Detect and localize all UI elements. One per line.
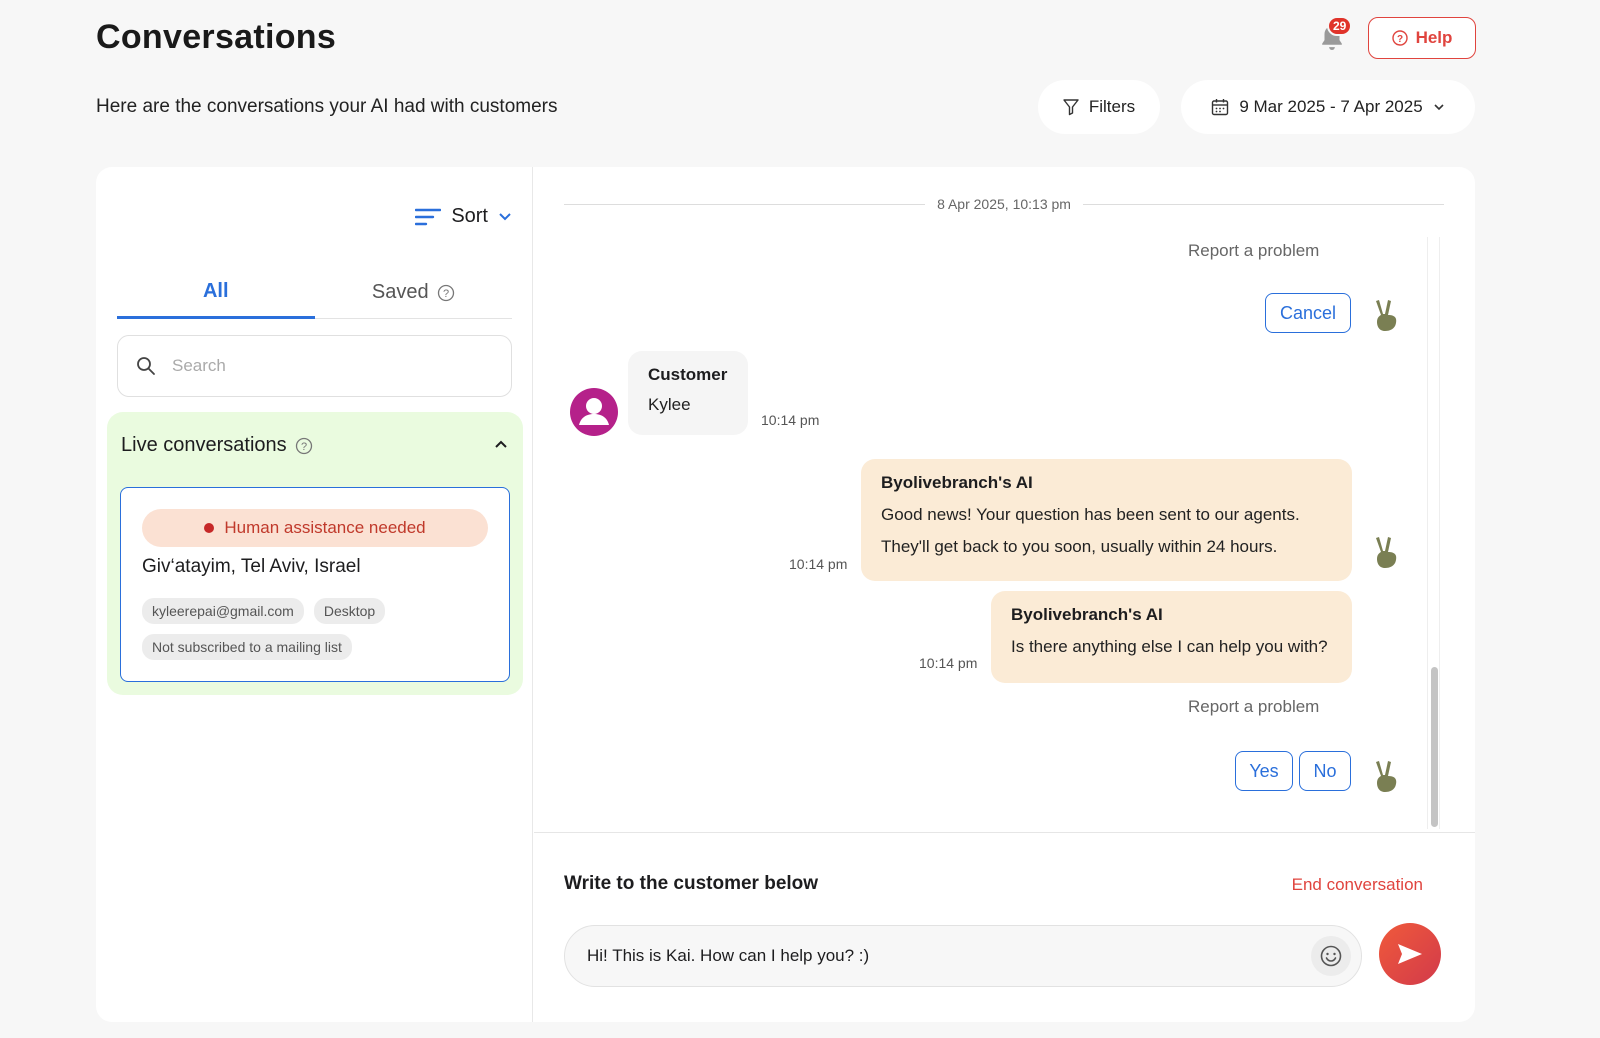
message-list: 8 Apr 2025, 10:13 pm Report a problem Ca… <box>534 167 1475 832</box>
divider-line <box>564 203 926 205</box>
sort-label: Sort <box>451 205 488 227</box>
no-option-button[interactable]: No <box>1299 751 1351 791</box>
sender-label: Byolivebranch's AI <box>1011 605 1163 624</box>
page-title: Conversations <box>96 18 337 56</box>
divider-line <box>1082 203 1444 205</box>
end-conversation-link[interactable]: End conversation <box>1292 875 1423 895</box>
smiley-icon <box>1320 945 1342 967</box>
chat-pane: 8 Apr 2025, 10:13 pm Report a problem Ca… <box>534 167 1475 1022</box>
emoji-button[interactable] <box>1311 936 1351 976</box>
date-divider-label: 8 Apr 2025, 10:13 pm <box>937 196 1071 212</box>
human-assistance-badge: Human assistance needed <box>142 509 488 547</box>
tab-saved-label: Saved <box>371 281 429 303</box>
conversation-location: Giv‘atayim, Tel Aviv, Israel <box>142 556 361 577</box>
conversation-card[interactable]: Human assistance needed Giv‘atayim, Tel … <box>120 487 510 682</box>
ai-message: Byolivebranch's AI Is there anything els… <box>991 591 1352 683</box>
peace-hand-icon <box>1376 761 1397 792</box>
search-icon <box>137 357 155 375</box>
chevron-down-icon <box>499 212 511 220</box>
message-timestamp: 10:14 pm <box>789 556 848 572</box>
chevron-down-icon <box>1434 104 1444 111</box>
composer-label: Write to the customer below <box>564 873 819 894</box>
question-circle-icon: ? <box>1391 30 1408 46</box>
search-input[interactable] <box>172 356 472 376</box>
live-conversations-section: Live conversations ? Human assistance ne… <box>107 412 523 695</box>
tab-all-label: All <box>202 280 229 302</box>
live-conversations-header: Live conversations ? <box>121 434 313 457</box>
filters-label: Filters <box>1088 97 1136 116</box>
svg-text:?: ? <box>301 441 307 453</box>
sort-lines-icon <box>415 208 442 225</box>
red-dot-icon <box>204 523 215 533</box>
notification-badge: 29 <box>1327 16 1353 36</box>
scrollbar-thumb[interactable] <box>1431 667 1438 827</box>
chevron-up-icon[interactable] <box>493 438 509 450</box>
peace-hand-icon <box>1376 300 1397 331</box>
ai-message-text: Good news! Your question has been sent t… <box>881 499 1332 563</box>
date-range-label: 9 Mar 2025 - 7 Apr 2025 <box>1239 97 1423 116</box>
ai-message-line: Good news! Your question has been sent t… <box>881 505 1300 524</box>
report-problem-link[interactable]: Report a problem <box>1188 697 1319 717</box>
calendar-icon <box>1212 99 1229 116</box>
page-subtitle: Here are the conversations your AI had w… <box>96 96 558 117</box>
send-button[interactable] <box>1379 923 1441 985</box>
svg-text:?: ? <box>1397 34 1403 45</box>
ai-message: Byolivebranch's AI Good news! Your quest… <box>861 459 1352 581</box>
svg-text:?: ? <box>443 288 449 300</box>
email-tag: kyleerepai@gmail.com <box>142 598 304 624</box>
customer-avatar <box>570 388 618 436</box>
date-divider: 8 Apr 2025, 10:13 pm <box>564 193 1444 215</box>
conversation-tabs: All Saved ? <box>117 267 512 319</box>
help-button[interactable]: ? Help <box>1368 17 1476 59</box>
message-timestamp: 10:14 pm <box>761 412 820 428</box>
conversation-tags: kyleerepai@gmail.com Desktop Not subscri… <box>142 598 492 660</box>
message-composer: Write to the customer below End conversa… <box>534 832 1475 1022</box>
conversations-panel: Sort All Saved ? Search Live conversatio… <box>96 167 1475 1022</box>
ai-message-line: They'll get back to you soon, usually wi… <box>881 537 1278 556</box>
question-circle-icon[interactable]: ? <box>295 437 313 455</box>
message-input-box[interactable] <box>564 925 1362 987</box>
filter-icon <box>1063 99 1079 116</box>
alert-label: Human assistance needed <box>224 518 426 537</box>
peace-hand-icon <box>1376 537 1397 568</box>
send-arrow-icon <box>1398 944 1422 964</box>
search-box[interactable] <box>117 335 512 397</box>
yes-option-button[interactable]: Yes <box>1235 751 1293 791</box>
live-conversations-title: Live conversations <box>121 434 287 456</box>
ai-message-text: Is there anything else I can help you wi… <box>1011 631 1332 663</box>
tab-all[interactable]: All <box>117 267 315 319</box>
sender-label: Byolivebranch's AI <box>881 473 1033 492</box>
date-range-picker[interactable]: 9 Mar 2025 - 7 Apr 2025 <box>1181 80 1475 134</box>
customer-message-text: Kylee <box>648 395 691 414</box>
ai-message-line: Is there anything else I can help you wi… <box>1011 637 1328 656</box>
tab-saved[interactable]: Saved ? <box>315 267 513 318</box>
message-input[interactable] <box>587 946 1277 966</box>
question-circle-icon[interactable]: ? <box>437 284 455 302</box>
sender-label: Customer <box>648 365 728 384</box>
conversation-list-pane: Sort All Saved ? Search Live conversatio… <box>96 167 533 1022</box>
help-label: Help <box>1415 28 1453 47</box>
customer-message: Customer Kylee <box>628 351 748 435</box>
message-timestamp: 10:14 pm <box>919 655 978 671</box>
filters-button[interactable]: Filters <box>1038 80 1160 134</box>
cancel-option-button[interactable]: Cancel <box>1265 293 1351 333</box>
subscription-tag: Not subscribed to a mailing list <box>142 634 352 660</box>
report-problem-link[interactable]: Report a problem <box>1188 241 1319 261</box>
device-tag: Desktop <box>313 598 386 624</box>
sort-button[interactable]: Sort <box>415 205 512 228</box>
